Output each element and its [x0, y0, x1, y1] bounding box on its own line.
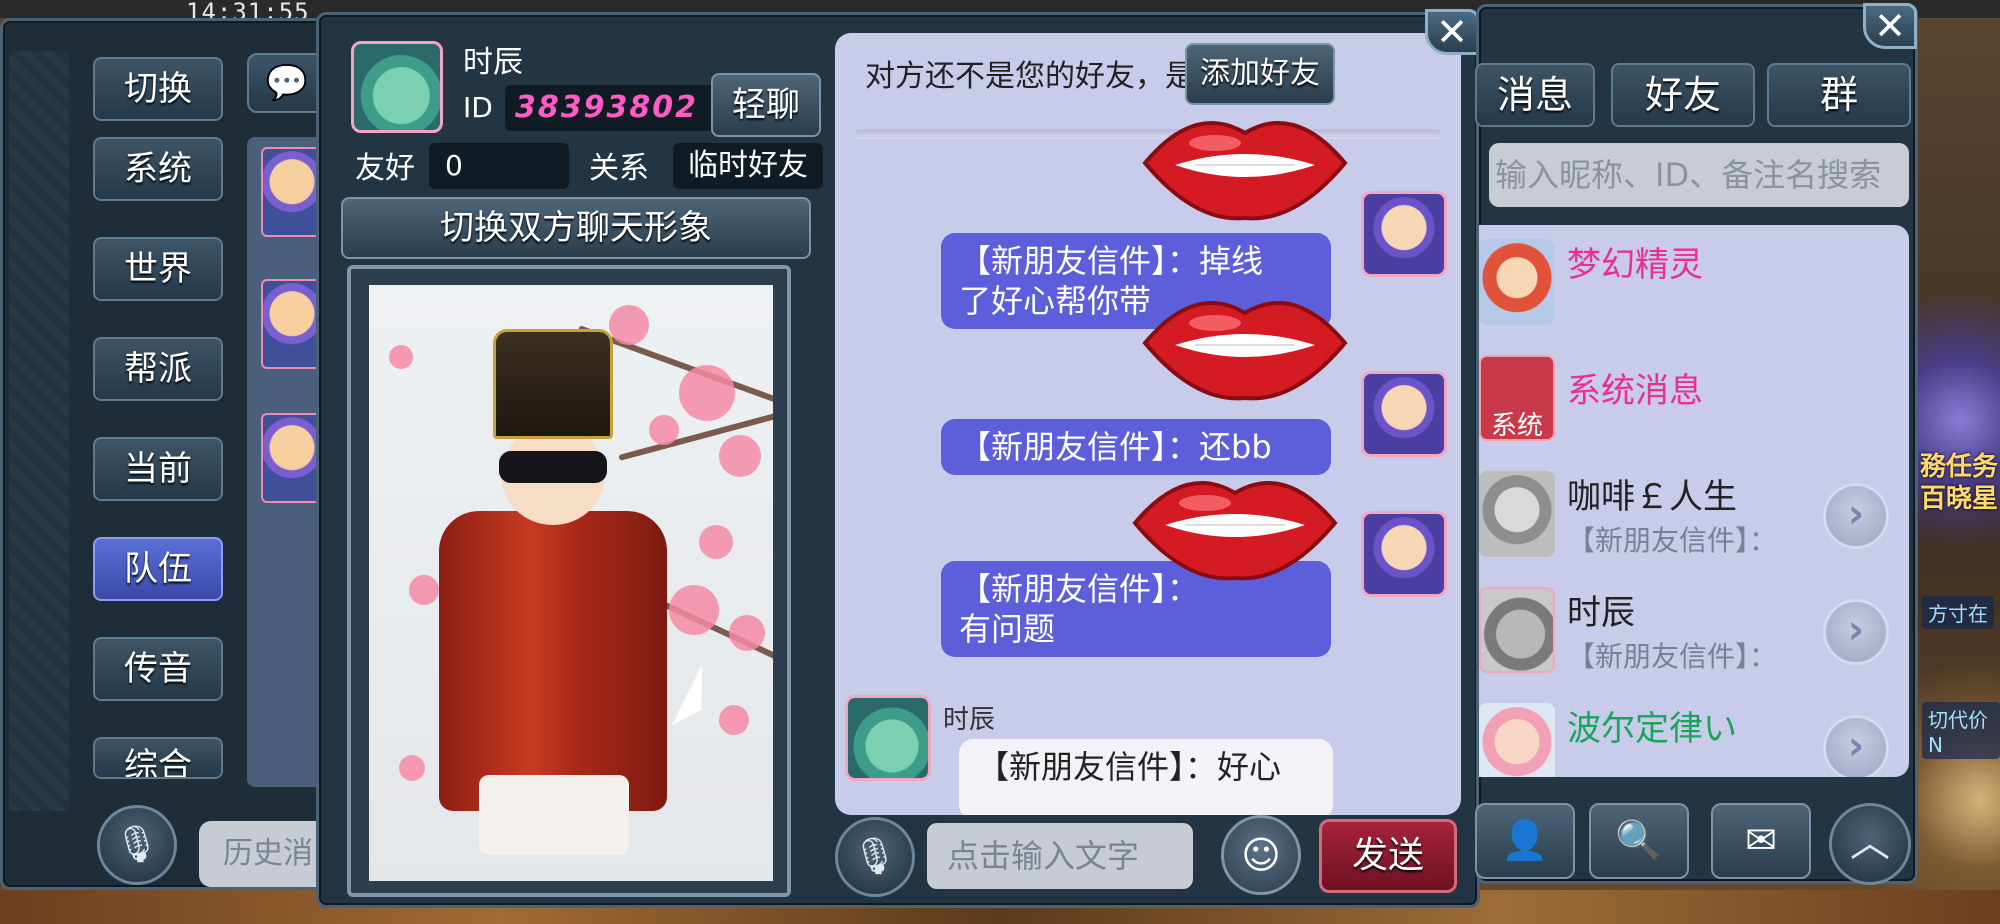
chat-bubble-icon[interactable]: 💬 [247, 53, 327, 113]
tab-messages[interactable]: 消息 [1475, 63, 1595, 127]
channel-guild[interactable]: 帮派 [93, 337, 223, 401]
friend-name: 梦幻精灵 [1567, 245, 1703, 285]
list-item[interactable]: 梦幻精灵 [1479, 225, 1909, 341]
scene-tag-2: 切代价N [1922, 702, 2000, 759]
chat-message-line: 【新朋友信件】：掉线 [959, 242, 1264, 280]
channel-world[interactable]: 世界 [93, 237, 223, 301]
send-button[interactable]: 发送 [1319, 819, 1457, 893]
channel-panel: 切换 💬 系统 世界 帮派 当前 队伍 传音 综合 🎙 历史消 [0, 18, 330, 890]
message-avatar [261, 147, 323, 237]
relation-value: 临时好友 [673, 143, 823, 189]
message-avatar [261, 279, 323, 369]
incoming-message: 【新朋友信件】：好心 [959, 739, 1333, 815]
scene-tag-1: 方寸在 [1922, 596, 1994, 629]
lips-sticker-icon [1142, 301, 1348, 401]
profile-name: 时辰 [463, 45, 523, 80]
character-mask [499, 451, 607, 483]
message-sender-avatar[interactable] [1361, 511, 1447, 597]
profile-avatar[interactable] [351, 41, 443, 133]
avatar [1479, 587, 1555, 673]
friend-name: 波尔定律い [1567, 709, 1737, 749]
decorative-pattern [9, 51, 69, 811]
character-skirt [479, 775, 629, 855]
id-label: ID [463, 91, 493, 124]
speaker-icon: 系统 [1479, 355, 1555, 441]
chat-message-line: 【新朋友信件】：还bb [959, 428, 1272, 466]
friend-name: 时辰 [1567, 593, 1635, 633]
friend-last-message: 【新朋友信件】： [1567, 524, 1778, 557]
friend-last-message: 【新朋友信件】： [1567, 640, 1778, 673]
message-sender-avatar[interactable] [1361, 191, 1447, 277]
friendliness-label: 友好 [355, 151, 415, 186]
friend-name: 系统消息 [1567, 371, 1703, 411]
character-hat [493, 329, 613, 439]
chat-message-line: 有问题 [959, 610, 1056, 648]
chevron-right-icon[interactable]: › [1823, 715, 1889, 777]
chevron-right-icon[interactable]: › [1823, 483, 1889, 549]
channel-team[interactable]: 队伍 [93, 537, 223, 601]
mailbox-icon[interactable]: ✉ [1711, 803, 1811, 879]
history-input[interactable]: 历史消 [199, 821, 329, 887]
avatar [1479, 239, 1555, 325]
character-portrait-frame [347, 265, 791, 897]
incoming-sender-name: 时辰 [943, 705, 996, 735]
friend-search-input[interactable]: 输入昵称、ID、备注名搜索 [1489, 143, 1909, 207]
add-friend-button[interactable]: 添加好友 [1185, 43, 1335, 105]
search-icon[interactable]: 🔍 [1589, 803, 1689, 879]
incoming-sender-avatar[interactable] [845, 695, 931, 781]
tab-groups[interactable]: 群 [1767, 63, 1911, 127]
friends-panel: 消息 好友 群 输入昵称、ID、备注名搜索 梦幻精灵 系统 系统消息 咖啡￡人生… [1475, 3, 1918, 885]
id-value: 38393802 [505, 85, 715, 131]
emoji-face-icon[interactable]: ☺ [1221, 815, 1301, 895]
friend-list: 梦幻精灵 系统 系统消息 咖啡￡人生 【新朋友信件】： › 时辰 【新朋友信件】… [1479, 225, 1909, 777]
not-friend-notice: 对方还不是您的好友，是否 [865, 59, 1225, 94]
close-icon[interactable]: ✕ [1863, 3, 1917, 49]
switch-button[interactable]: 切换 [93, 57, 223, 121]
friend-name: 咖啡￡人生 [1567, 477, 1737, 517]
chevron-right-icon[interactable]: › [1823, 599, 1889, 665]
list-item[interactable]: 系统 系统消息 [1479, 341, 1909, 457]
lips-sticker-icon [1142, 121, 1348, 221]
friendliness-value: 0 [429, 143, 569, 189]
private-chat-panel: 时辰 ID 38393802 轻聊 友好 0 关系 临时好友 切换双方聊天形象 [316, 9, 1480, 908]
contacts-person-icon[interactable]: 👤 [1475, 803, 1575, 879]
channel-general[interactable]: 综合 [93, 737, 223, 779]
character-portrait [369, 285, 773, 881]
lips-sticker-icon [1132, 481, 1338, 581]
close-icon[interactable]: ✕ [1425, 9, 1479, 55]
relation-label: 关系 [589, 151, 649, 186]
message-sender-avatar[interactable] [1361, 371, 1447, 457]
message-avatar [261, 413, 323, 503]
switch-chat-image-button[interactable]: 切换双方聊天形象 [341, 197, 811, 259]
channel-current[interactable]: 当前 [93, 437, 223, 501]
quick-chat-button[interactable]: 轻聊 [711, 73, 821, 137]
chat-message-area[interactable]: 对方还不是您的好友，是否 添加好友 【新朋友信件】：掉线 了好心帮你带 【新朋友… [835, 33, 1461, 815]
list-item[interactable]: 波尔定律い › [1479, 689, 1909, 777]
scene-text-npc: 百晓星 [1920, 484, 1999, 514]
list-item[interactable]: 咖啡￡人生 【新朋友信件】： › [1479, 457, 1909, 573]
chevron-up-icon[interactable]: ︿ [1829, 803, 1911, 885]
avatar [1479, 703, 1555, 777]
voice-mic-icon[interactable]: 🎙 [835, 817, 915, 897]
channel-system[interactable]: 系统 [93, 137, 223, 201]
tab-friends[interactable]: 好友 [1611, 63, 1755, 127]
avatar [1479, 471, 1555, 557]
channel-whisper[interactable]: 传音 [93, 637, 223, 701]
chat-input[interactable]: 点击输入文字 [927, 823, 1193, 889]
list-item[interactable]: 时辰 【新朋友信件】： › [1479, 573, 1909, 689]
voice-mic-icon[interactable]: 🎙 [97, 805, 177, 885]
character-robe [439, 511, 667, 811]
